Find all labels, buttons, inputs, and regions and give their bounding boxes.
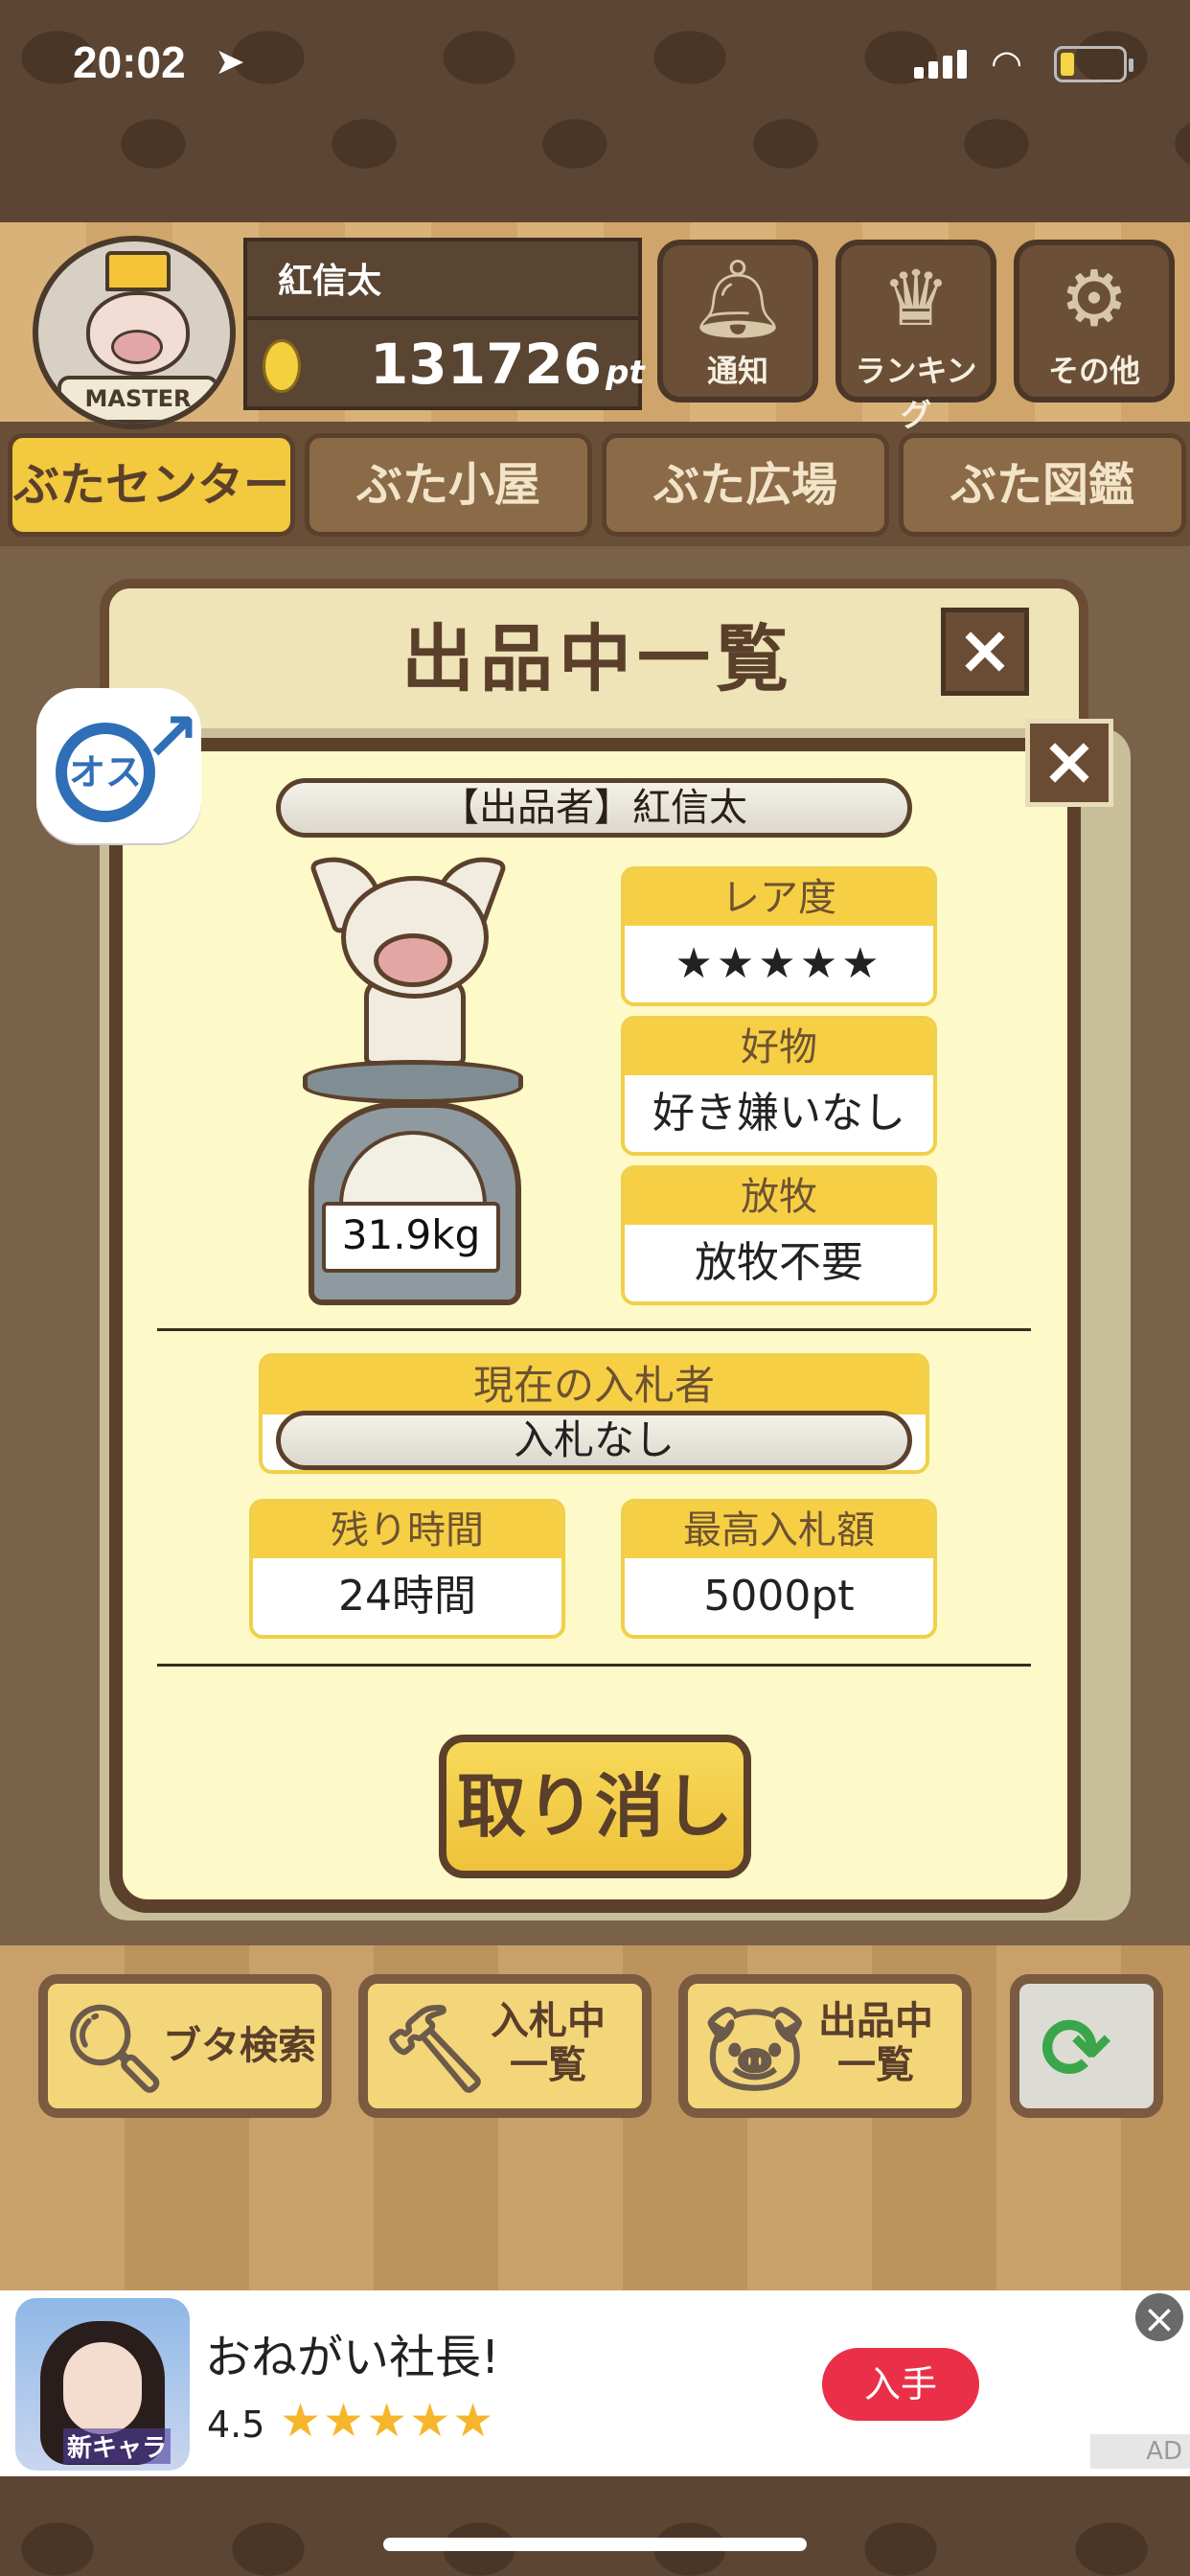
current-bidder-value: 入札なし	[276, 1411, 912, 1470]
location-arrow-icon: ➤	[215, 40, 245, 82]
points-display: 131726 pt	[370, 332, 645, 397]
pig-illustration	[309, 843, 508, 1066]
bidding-list-button[interactable]: 🔨︎ 入札中 一覧	[358, 1974, 652, 2118]
listing-list-label-line2: 一覧	[837, 2043, 914, 2087]
listing-list-label-line1: 出品中	[818, 1999, 933, 2043]
gender-badge: オス ↗	[36, 688, 201, 843]
rarity-stars: ★★★★★	[675, 939, 883, 988]
bidding-list-label: 入札中 一覧	[491, 1999, 606, 2087]
crown-icon	[105, 251, 171, 291]
other-label: その他	[1047, 353, 1140, 389]
grazing-value: 放牧不要	[695, 1238, 863, 1287]
pig-face-icon: 🐷︎	[701, 1999, 809, 2098]
current-bidder-label: 現在の入札者	[263, 1357, 926, 1414]
wifi-icon: ◠	[991, 42, 1023, 84]
tab-buta-hut[interactable]: ぶた小屋	[305, 433, 592, 537]
ad-rating: 4.5	[207, 2404, 265, 2446]
master-ribbon: MASTER	[57, 376, 218, 424]
max-bid-box: 最高入札額 5000pt	[621, 1499, 937, 1639]
cancel-listing-button[interactable]: 取り消し	[439, 1735, 751, 1878]
ad-stars: ★★★★★	[280, 2394, 496, 2448]
detail-close-button[interactable]: ×	[1025, 719, 1113, 807]
player-info-box: 紅信太 131726 pt	[243, 238, 645, 410]
points-unit: pt	[606, 354, 645, 392]
ad-image-tag: 新キャラ	[63, 2428, 172, 2464]
max-bid-value: 5000pt	[703, 1572, 855, 1621]
pig-search-label: ブタ検索	[163, 2024, 316, 2068]
ad-app-image[interactable]: 新キャラ	[15, 2298, 190, 2471]
refresh-icon: ⟳	[1041, 1999, 1111, 2098]
pig-snout	[111, 330, 163, 364]
gavel-icon: 🔨︎	[381, 1999, 489, 2098]
listing-panel-title: 出品中一覧	[401, 616, 794, 702]
main-tabs: ぶたセンター ぶた小屋 ぶた広場 ぶた図鑑	[0, 429, 1190, 544]
favorite-food-box: 好物 好き嫌いなし	[621, 1016, 937, 1156]
tab-buta-plaza[interactable]: ぶた広場	[602, 433, 889, 537]
grazing-label: 放牧	[625, 1169, 933, 1225]
notification-label: 通知	[706, 353, 768, 389]
rarity-box: レア度 ★★★★★	[621, 866, 937, 1006]
rarity-label: レア度	[625, 870, 933, 926]
male-symbol-icon: オス	[56, 723, 155, 822]
ad-character-face	[63, 2342, 142, 2434]
magnifier-icon: 🔍︎	[61, 1999, 169, 2098]
ranking-label: ランキング	[855, 353, 977, 433]
grazing-box: 放牧 放牧不要	[621, 1165, 937, 1305]
tab-buta-center[interactable]: ぶたセンター	[8, 433, 295, 537]
divider	[247, 316, 638, 320]
ad-close-button[interactable]: ×	[1133, 2290, 1186, 2344]
bidding-list-label-line2: 一覧	[510, 2043, 586, 2087]
close-icon: ×	[1041, 722, 1098, 800]
weight-value: 31.9kg	[322, 1202, 500, 1273]
time-left-value: 24時間	[338, 1572, 476, 1621]
seller-label: 【出品者】紅信太	[276, 778, 912, 838]
listing-close-button[interactable]: ×	[941, 608, 1029, 696]
tab-buta-encyclopedia[interactable]: ぶた図鑑	[899, 433, 1186, 537]
gender-label: オス	[68, 751, 142, 794]
current-bidder-box: 現在の入札者 入札なし	[259, 1353, 929, 1474]
coin-icon	[263, 339, 301, 393]
favorite-value: 好き嫌いなし	[652, 1089, 905, 1138]
battery-icon	[1054, 46, 1133, 82]
gear-icon: ⚙	[1060, 254, 1129, 343]
listing-list-label: 出品中 一覧	[818, 1999, 933, 2087]
close-icon: ×	[956, 610, 1014, 689]
close-icon: ×	[1142, 2295, 1177, 2342]
notification-button[interactable]: 🔔︎ 通知	[657, 240, 818, 402]
bidding-list-label-line1: 入札中	[491, 1999, 606, 2043]
status-bar: 20:02 ➤ ◠	[0, 0, 1190, 134]
master-badge-avatar[interactable]: MASTER	[33, 236, 236, 429]
male-arrow: ↗	[144, 698, 200, 776]
other-button[interactable]: ⚙ その他	[1014, 240, 1175, 402]
listing-list-button[interactable]: 🐷︎ 出品中 一覧	[678, 1974, 972, 2118]
ad-get-button[interactable]: 入手	[822, 2348, 979, 2421]
pig-search-button[interactable]: 🔍︎ ブタ検索	[38, 1974, 332, 2118]
ranking-button[interactable]: ♛ ランキング	[835, 240, 996, 433]
cellular-signal-icon	[914, 50, 972, 79]
time-left-label: 残り時間	[253, 1503, 561, 1558]
crown-icon: ♛	[881, 254, 950, 343]
scale-plate	[303, 1060, 523, 1104]
bell-icon: 🔔︎	[689, 254, 787, 343]
points-value: 131726	[370, 332, 603, 397]
favorite-label: 好物	[625, 1020, 933, 1075]
home-indicator[interactable]	[383, 2538, 807, 2551]
max-bid-label: 最高入札額	[625, 1503, 933, 1558]
pig-nose	[374, 933, 452, 987]
ad-label: AD	[1090, 2434, 1190, 2469]
refresh-button[interactable]: ⟳	[1010, 1974, 1163, 2118]
player-name: 紅信太	[278, 262, 382, 301]
time-left-box: 残り時間 24時間	[249, 1499, 565, 1639]
status-time: 20:02	[73, 37, 186, 87]
divider	[157, 1328, 1031, 1331]
divider	[157, 1664, 1031, 1667]
ad-title: おねがい社長!	[205, 2331, 500, 2384]
